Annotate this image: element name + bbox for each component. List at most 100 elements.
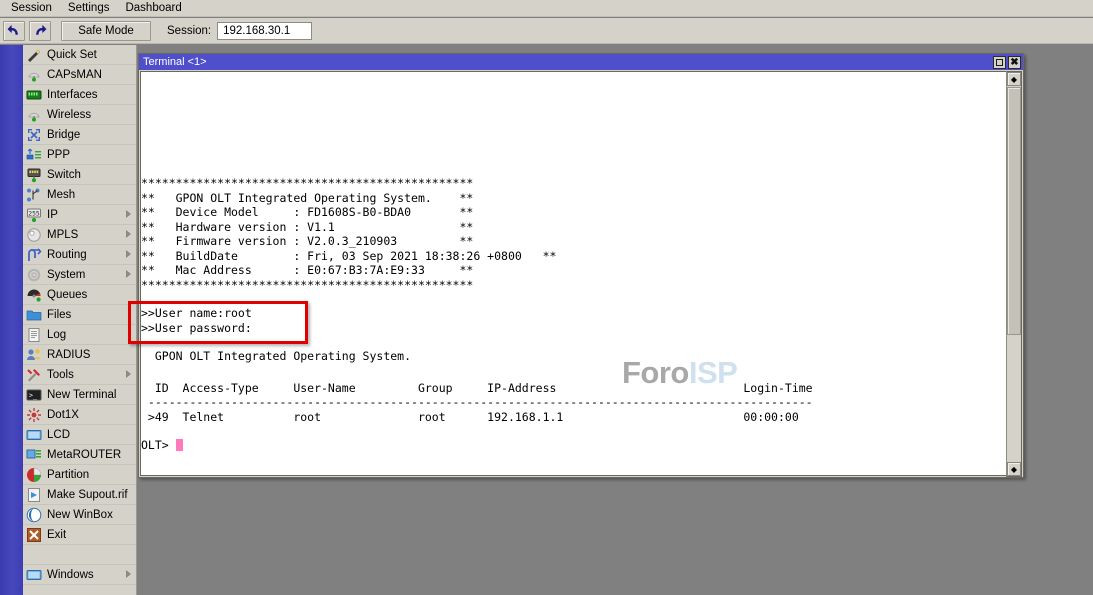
sidebar-separator [23, 545, 136, 565]
sidebar-item-label: Quick Set [47, 49, 97, 61]
queues-icon-wrap [26, 287, 42, 303]
sidebar-item-ip[interactable]: 255IP [23, 205, 136, 225]
chevron-right-icon [126, 270, 131, 278]
tools-icon [26, 367, 42, 383]
sidebar-item-partition[interactable]: Partition [23, 465, 136, 485]
session-address-field[interactable]: 192.168.30.1 [217, 22, 312, 40]
partition-icon-wrap [26, 467, 42, 483]
terminal-prompt-line: OLT> [141, 438, 1006, 453]
terminal-icon-wrap: >_ [26, 387, 42, 403]
terminal-banner: ****************************************… [141, 176, 1006, 292]
winbox-icon-wrap [26, 507, 42, 523]
sidebar-item-dot1x[interactable]: Dot1X [23, 405, 136, 425]
sidebar-item-label: Bridge [47, 129, 80, 141]
sidebar-item-make-supout-rif[interactable]: Make Supout.rif [23, 485, 136, 505]
menu-settings[interactable]: Settings [60, 1, 118, 16]
session-table-row: >49 Telnet root root 192.168.1.1 00:00:0… [141, 410, 1006, 425]
scroll-up-arrow-icon: ◆ [1011, 75, 1017, 84]
sidebar-item-label: Exit [47, 529, 66, 541]
dot1x-icon-wrap [26, 407, 42, 423]
exit-icon-wrap [26, 527, 42, 543]
sidebar-item-label: Routing [47, 249, 87, 261]
chevron-right-icon [126, 370, 131, 378]
terminal-vertical-scrollbar[interactable]: ◆ ◆ [1006, 71, 1022, 477]
terminal-title-bar[interactable]: Terminal <1> ✖ [139, 54, 1023, 70]
tools-icon-wrap [26, 367, 42, 383]
sidebar-item-files[interactable]: Files [23, 305, 136, 325]
mpls-icon [26, 227, 42, 243]
switch-icon [26, 167, 42, 183]
sidebar-item-mesh[interactable]: Mesh [23, 185, 136, 205]
ppp-icon [26, 147, 42, 163]
session-table-header: ID Access-Type User-Name Group IP-Addres… [141, 381, 1006, 396]
lcd-icon [26, 427, 42, 443]
wand-icon-wrap [26, 47, 42, 63]
undo-button[interactable] [3, 21, 25, 41]
log-icon [26, 327, 42, 343]
ip-icon: 255 [26, 207, 42, 223]
scrollbar-thumb[interactable] [1007, 87, 1021, 335]
supout-icon [26, 487, 42, 503]
terminal-restore-button[interactable] [993, 56, 1006, 69]
sidebar-item-wireless[interactable]: Wireless [23, 105, 136, 125]
sidebar-item-mpls[interactable]: MPLS [23, 225, 136, 245]
sidebar-item-label: Files [47, 309, 71, 321]
sidebar-item-label: MPLS [47, 229, 78, 241]
sidebar-item-interfaces[interactable]: Interfaces [23, 85, 136, 105]
sidebar-item-label: PPP [47, 149, 70, 161]
terminal-prompt-text: OLT> [141, 438, 176, 452]
terminal-close-button[interactable]: ✖ [1008, 56, 1021, 69]
scroll-up-button[interactable]: ◆ [1007, 72, 1021, 86]
sidebar-item-radius[interactable]: RADIUS [23, 345, 136, 365]
redo-icon [33, 24, 47, 37]
sidebar-item-lcd[interactable]: LCD [23, 425, 136, 445]
close-window-icon: ✖ [1010, 58, 1018, 67]
radius-users-icon-wrap [26, 347, 42, 363]
scroll-down-button[interactable]: ◆ [1007, 462, 1021, 476]
sidebar-item-windows[interactable]: Windows [23, 565, 136, 585]
scroll-down-arrow-icon: ◆ [1011, 465, 1017, 474]
terminal-login-lines: >>User name:root >>User password: [141, 306, 1006, 335]
sidebar-item-label: CAPsMAN [47, 69, 102, 81]
mesh-icon-wrap [26, 187, 42, 203]
terminal-welcome-line: GPON OLT Integrated Operating System. [141, 349, 1006, 364]
sidebar-item-quick-set[interactable]: Quick Set [23, 45, 136, 65]
sidebar-item-exit[interactable]: Exit [23, 525, 136, 545]
sidebar-item-tools[interactable]: Tools [23, 365, 136, 385]
sidebar-item-label: Make Supout.rif [47, 489, 128, 501]
system-gear-icon-wrap [26, 267, 42, 283]
sidebar-menu: Quick Set CAPsMAN Interfaces Wireless Bridge… [23, 45, 137, 595]
sidebar-item-label: Tools [47, 369, 74, 381]
radius-users-icon [26, 347, 42, 363]
redo-button[interactable] [29, 21, 51, 41]
sidebar-item-bridge[interactable]: Bridge [23, 125, 136, 145]
sidebar-item-label: LCD [47, 429, 70, 441]
antenna-icon [26, 107, 42, 123]
wand-icon [26, 47, 42, 63]
terminal-cursor [176, 439, 183, 451]
sidebar-item-ppp[interactable]: PPP [23, 145, 136, 165]
sidebar-item-switch[interactable]: Switch [23, 165, 136, 185]
exit-icon [26, 527, 42, 543]
sidebar-item-routing[interactable]: Routing [23, 245, 136, 265]
sidebar-item-capsman[interactable]: CAPsMAN [23, 65, 136, 85]
sidebar-item-label: Mesh [47, 189, 75, 201]
sidebar-item-new-terminal[interactable]: >_New Terminal [23, 385, 136, 405]
undo-icon [7, 24, 21, 37]
sidebar-item-queues[interactable]: Queues [23, 285, 136, 305]
interfaces-icon [26, 87, 42, 103]
sidebar-item-label: Queues [47, 289, 87, 301]
session-label: Session: [167, 25, 211, 37]
sidebar-item-label: Interfaces [47, 89, 98, 101]
sidebar-item-log[interactable]: Log [23, 325, 136, 345]
menu-dashboard[interactable]: Dashboard [117, 1, 189, 16]
safe-mode-button[interactable]: Safe Mode [61, 21, 151, 41]
sidebar-item-new-winbox[interactable]: New WinBox [23, 505, 136, 525]
sidebar-item-system[interactable]: System [23, 265, 136, 285]
chevron-right-icon [126, 210, 131, 218]
terminal-output-area[interactable]: ForoISP ********************************… [140, 71, 1006, 476]
sidebar-item-metarouter[interactable]: MetaROUTER [23, 445, 136, 465]
sidebar-item-label: Wireless [47, 109, 91, 121]
menu-session[interactable]: Session [3, 1, 60, 16]
system-gear-icon [26, 267, 42, 283]
